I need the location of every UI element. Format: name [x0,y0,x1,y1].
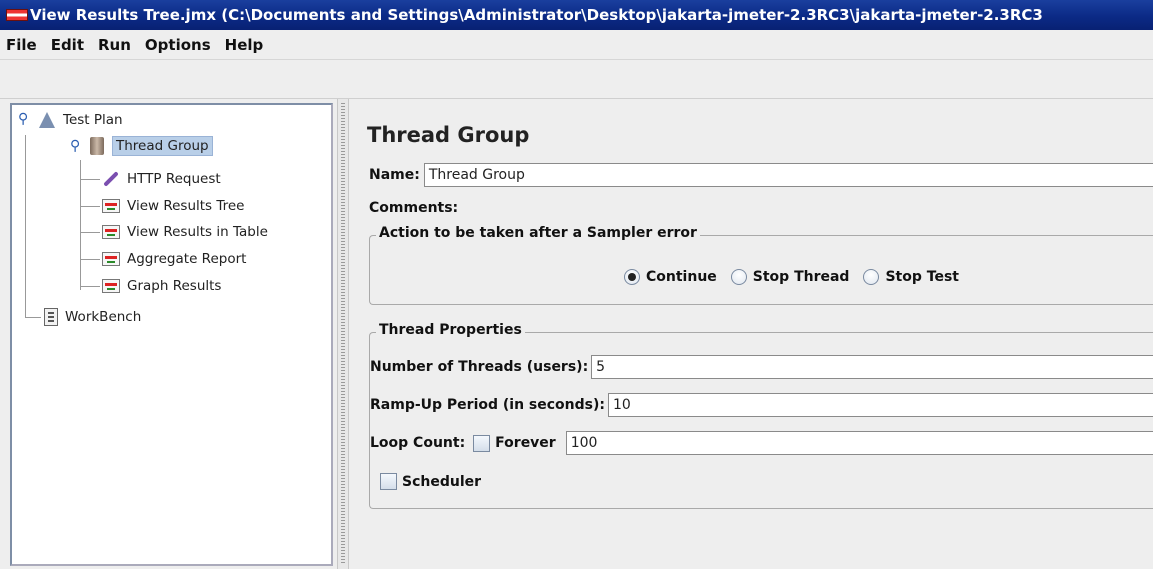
rampup-label: Ramp-Up Period (in seconds): [370,397,605,413]
tree-connector [80,232,100,233]
menu-run[interactable]: Run [98,36,131,54]
expand-toggle-thread-group[interactable]: ⚲ [70,138,80,154]
tree-item-test-plan[interactable]: Test Plan [38,108,126,132]
workbench-icon [44,308,58,326]
listener-icon [102,225,120,239]
tree-item-workbench[interactable]: WorkBench [44,305,144,329]
name-label: Name: [369,167,420,183]
name-row: Name: Thread Group [369,163,1153,187]
radio-indicator [863,269,880,285]
radio-label: Stop Thread [752,269,850,285]
window-title-bar[interactable]: View Results Tree.jmx (C:\Documents and … [0,0,1153,30]
tree-item-label: WorkBench [65,309,142,325]
tree-item-view-results-tree[interactable]: View Results Tree [102,194,248,218]
loop-count-row: Loop Count: Forever 100 [370,431,1153,455]
panel-title: Thread Group [367,123,530,147]
listener-icon [102,279,120,293]
tree-item-label: Test Plan [63,112,123,128]
menu-help[interactable]: Help [225,36,264,54]
spool-icon [90,137,108,155]
test-plan-tree: ⚲ Test Plan ⚲ Thread Group HTTP Request … [10,103,333,566]
forever-label: Forever [495,435,556,451]
flask-icon [38,111,56,129]
radio-label: Stop Test [885,269,959,285]
app-icon [6,9,28,21]
tree-item-label: HTTP Request [127,171,221,187]
tree-connector [80,286,100,287]
radio-indicator [730,269,747,285]
threads-row: Number of Threads (users): 5 [370,355,1153,379]
window-title: View Results Tree.jmx (C:\Documents and … [30,6,1043,24]
tree-item-view-results-table[interactable]: View Results in Table [102,220,271,244]
loop-count-field[interactable]: 100 [565,431,1153,455]
scheduler-row: Scheduler [380,473,481,490]
toolbar [0,61,1153,99]
tree-connector [80,259,100,260]
name-field[interactable]: Thread Group [423,163,1153,187]
tree-connector [25,135,26,317]
split-pane-divider[interactable] [337,99,349,569]
tree-item-http-request[interactable]: HTTP Request [102,167,224,191]
stop-test-radio[interactable]: Stop Test [863,269,959,285]
rampup-field[interactable]: 10 [608,393,1153,417]
radio-indicator [624,269,640,285]
loop-count-label: Loop Count: [370,435,466,451]
stop-thread-radio[interactable]: Stop Thread [730,269,850,285]
tree-item-label: View Results in Table [127,224,268,240]
rampup-row: Ramp-Up Period (in seconds): 10 [370,393,1153,417]
listener-icon [102,199,120,213]
comments-label: Comments: [369,200,459,216]
comments-row: Comments: [369,200,458,216]
menu-options[interactable]: Options [145,36,211,54]
tree-connector [25,317,41,318]
menu-file[interactable]: File [6,36,37,54]
thread-properties-group: Thread Properties Number of Threads (use… [369,322,1153,509]
tree-connector [80,206,100,207]
tree-connector [80,179,100,180]
radio-label: Continue [646,269,717,285]
thread-properties-group-title: Thread Properties [376,322,525,338]
menu-edit[interactable]: Edit [51,36,84,54]
continue-radio[interactable]: Continue [624,269,717,285]
listener-icon [102,252,120,266]
sampler-error-group: Action to be taken after a Sampler error… [369,225,1153,305]
scheduler-label: Scheduler [402,473,482,490]
expand-toggle-test-plan[interactable]: ⚲ [18,111,28,127]
tree-item-aggregate-report[interactable]: Aggregate Report [102,247,249,271]
dropper-icon [102,170,120,188]
tree-item-label: View Results Tree [127,198,245,214]
forever-checkbox[interactable] [473,434,491,452]
thread-group-panel: Thread Group Name: Thread Group Comments… [355,103,1153,569]
tree-item-label: Aggregate Report [127,251,247,267]
tree-item-thread-group[interactable]: Thread Group [90,134,213,158]
tree-item-label: Thread Group [112,136,213,156]
sampler-error-options: Continue Stop Thread Stop Test [624,269,973,285]
scheduler-checkbox[interactable] [380,473,397,490]
menu-bar: File Edit Run Options Help [0,30,1153,60]
tree-item-label: Graph Results [127,278,222,294]
threads-label: Number of Threads (users): [370,359,589,375]
threads-field[interactable]: 5 [591,355,1153,379]
sampler-error-group-title: Action to be taken after a Sampler error [376,225,700,241]
tree-item-graph-results[interactable]: Graph Results [102,274,224,298]
